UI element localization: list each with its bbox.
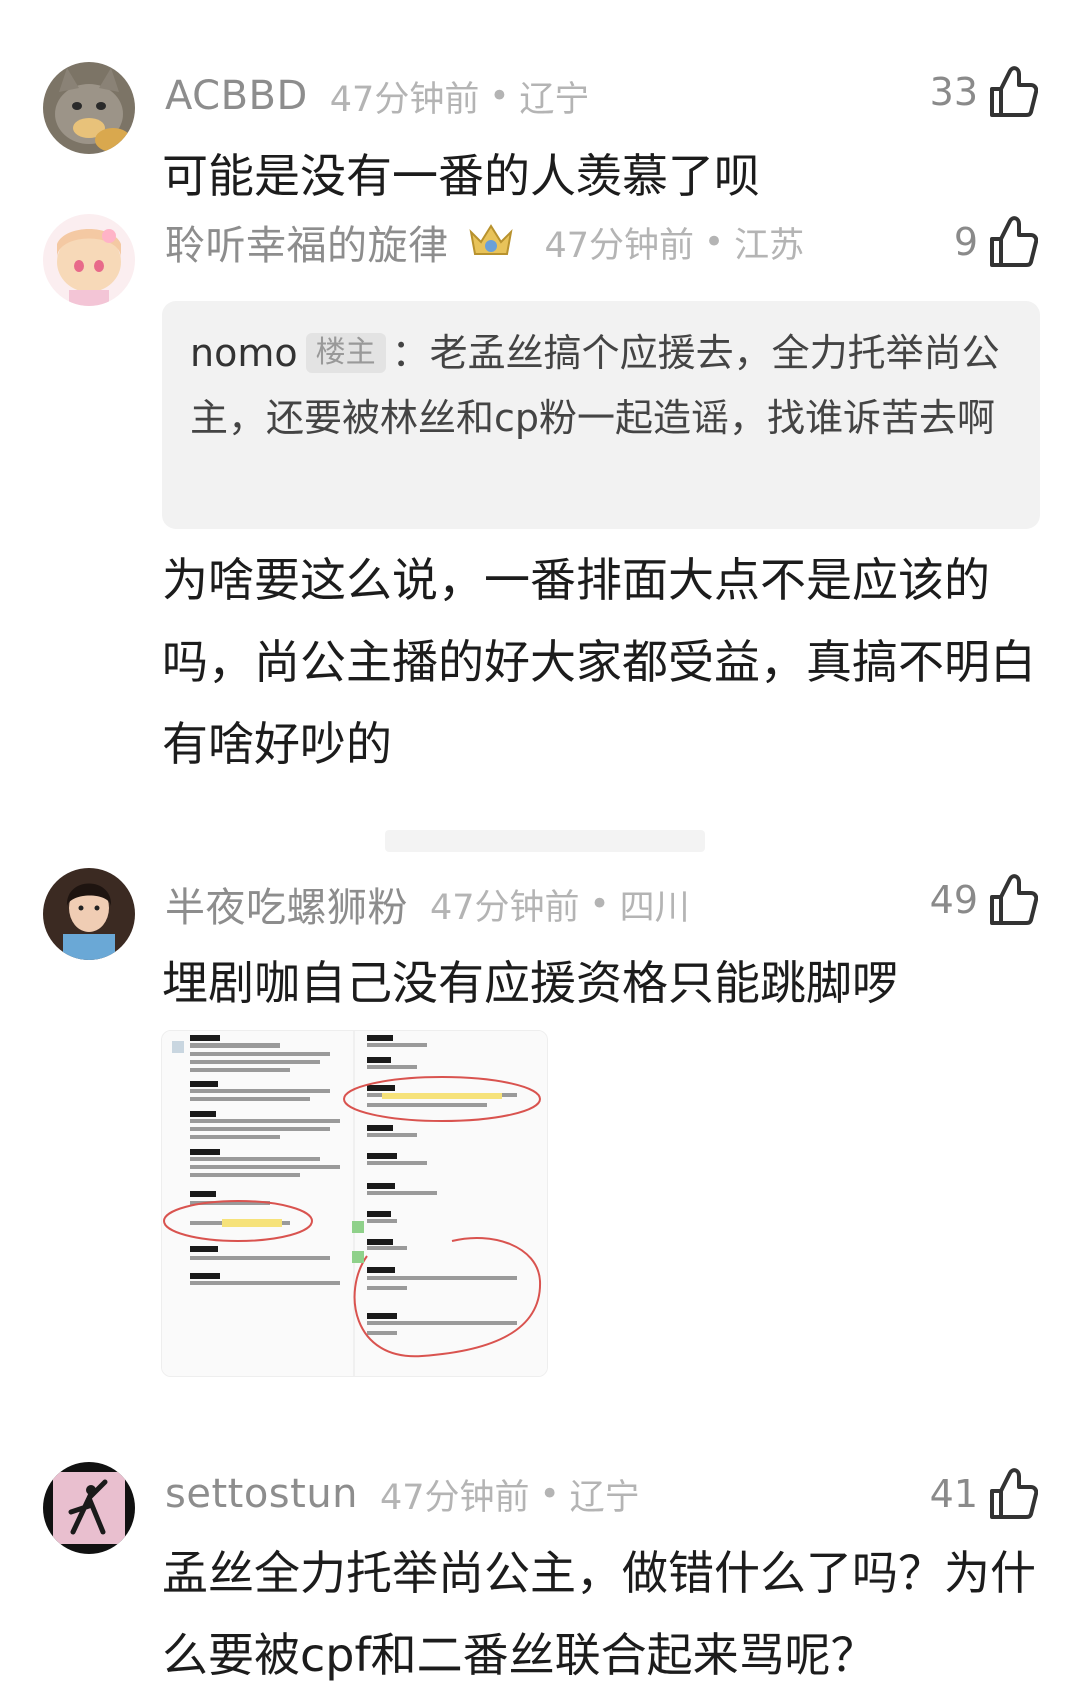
quote-separator: ： [391, 331, 430, 375]
timestamp: 47分钟前 [380, 1477, 530, 1518]
timestamp: 47分钟前 [544, 225, 695, 266]
location: 四川 [619, 887, 690, 928]
timestamp: 47分钟前 [430, 887, 580, 928]
dancer-avatar-icon[interactable] [43, 1462, 135, 1554]
like-count: 49 [929, 878, 978, 922]
quoted-reply[interactable]: nomo 楼主 ：老孟丝搞个应援去，全力托举尚公主，还要被林丝和cp粉一起造谣，找谁… [162, 301, 1040, 529]
location: 江苏 [734, 225, 805, 266]
thumbs-up-icon [990, 1468, 1038, 1519]
separator-dot: • [704, 222, 725, 262]
location: 辽宁 [519, 79, 590, 120]
separator-dot: • [539, 1474, 560, 1514]
location: 辽宁 [569, 1477, 640, 1518]
timestamp: 47分钟前 [329, 79, 480, 120]
op-tag: 楼主 [305, 333, 386, 373]
comment-meta: settostun 47分钟前 • 辽宁 [165, 1468, 640, 1520]
thumbs-up-icon [990, 216, 1038, 267]
comment-meta: 半夜吃螺狮粉 47分钟前 • 四川 [165, 875, 690, 933]
like-button[interactable]: 49 [930, 870, 1038, 930]
section-divider [385, 830, 705, 852]
comment-text: 孟丝全力托举尚公主，做错什么了吗？为什么要被cpf和二番丝联合起来骂呢？ [162, 1546, 1036, 1682]
comment-text: 可能是没有一番的人羡慕了呗 [162, 149, 760, 203]
crown-badge-icon [468, 224, 513, 255]
username[interactable]: 聆听幸福的旋律 [165, 213, 449, 271]
like-count: 9 [953, 220, 978, 264]
separator-dot: • [489, 76, 510, 116]
comment-text: 埋剧咖自己没有应援资格只能跳脚啰 [162, 956, 898, 1010]
separator-dot: • [589, 884, 610, 924]
comment-meta: ACBBD 47分钟前 • 辽宁 [165, 70, 589, 122]
quote-author[interactable]: nomo [190, 331, 298, 375]
cat-avatar-icon[interactable] [43, 62, 135, 154]
thumbs-up-icon [990, 66, 1038, 117]
username[interactable]: ACBBD [165, 73, 308, 119]
like-count: 33 [929, 70, 978, 114]
thumbs-up-icon [990, 874, 1038, 925]
like-button[interactable]: 33 [930, 62, 1038, 122]
comment-text: 为啥要这么说，一番排面大点不是应该的吗，尚公主播的好大家都受益，真搞不明白有啥好… [162, 553, 1036, 771]
username[interactable]: 半夜吃螺狮粉 [165, 875, 408, 933]
comment-meta: 聆听幸福的旋律 47分钟前 • 江苏 [165, 213, 805, 271]
like-button[interactable]: 41 [930, 1464, 1038, 1524]
like-count: 41 [929, 1472, 978, 1516]
anime-girl-avatar-icon[interactable] [43, 214, 135, 306]
woman-photo-avatar-icon[interactable] [43, 868, 135, 960]
chat-screenshot-image[interactable] [161, 1030, 548, 1377]
username[interactable]: settostun [165, 1471, 358, 1517]
like-button[interactable]: 9 [954, 212, 1038, 272]
